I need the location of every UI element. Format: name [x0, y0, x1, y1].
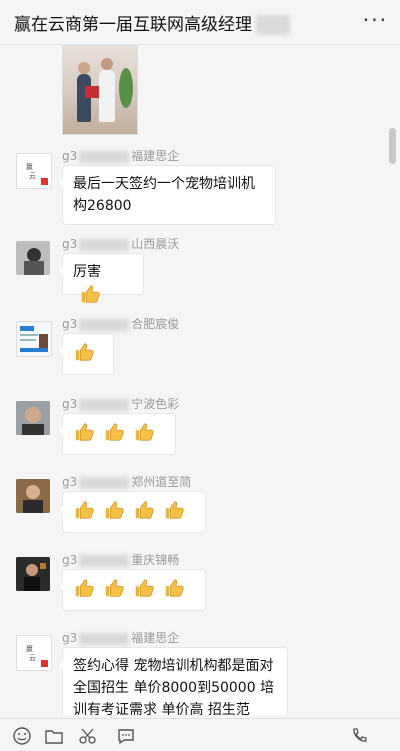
chat-header: 赢在云商第一届互联网高级经理 ··· — [0, 0, 400, 45]
thumbs-up-icon — [135, 423, 154, 441]
svg-text:赢: 赢 — [26, 644, 33, 653]
person-avatar[interactable] — [16, 241, 50, 275]
sender-name: g3 重庆锦畅 — [62, 553, 180, 567]
message-bubble[interactable]: 最后一天签约一个宠物培训机构26800 — [57, 165, 276, 225]
chat-bubble-icon[interactable] — [116, 726, 136, 746]
logo-avatar[interactable]: 赢云 — [16, 635, 52, 671]
thumbs-up-icon — [105, 423, 124, 441]
person-avatar[interactable] — [16, 557, 50, 591]
card-avatar[interactable] — [16, 321, 52, 357]
thumbs-up-icon — [75, 501, 94, 519]
thumbs-up-icon — [165, 579, 184, 597]
message-bubble[interactable]: 签约心得 宠物培训机构都是面对全国招生 单价8000到50000 培训有考证需求… — [57, 647, 288, 715]
sender-name: g3 合肥宸俊 — [62, 317, 180, 331]
thumbs-up-icon — [105, 501, 124, 519]
thumbs-up-icon — [105, 579, 124, 597]
folder-icon[interactable] — [44, 726, 64, 746]
thumbs-up-icon — [165, 501, 184, 519]
svg-text:云: 云 — [29, 172, 36, 180]
logo-avatar[interactable]: 赢云 — [16, 153, 52, 189]
message-bubble[interactable] — [57, 491, 206, 533]
sender-name: g3 福建思企 — [62, 149, 180, 163]
title-redaction — [256, 15, 290, 35]
scrollbar[interactable] — [389, 128, 396, 164]
thumbs-up-icon — [81, 285, 100, 303]
phone-icon[interactable] — [350, 726, 370, 746]
person-avatar[interactable] — [16, 401, 50, 435]
sender-name: g3 郑州道至简 — [62, 475, 192, 489]
chat-title: 赢在云商第一届互联网高级经理 — [14, 10, 290, 35]
svg-text:云: 云 — [29, 654, 36, 662]
shared-photo[interactable] — [62, 45, 138, 135]
scissors-icon[interactable] — [78, 726, 98, 746]
thumbs-up-icon — [135, 579, 154, 597]
person-avatar[interactable] — [16, 479, 50, 513]
chat-title-text: 赢在云商第一届互联网高级经理 — [14, 15, 252, 35]
message-bubble[interactable] — [57, 569, 206, 611]
more-icon[interactable]: ··· — [363, 8, 388, 32]
thumbs-up-icon — [135, 501, 154, 519]
thumbs-up-icon — [75, 579, 94, 597]
message-bubble[interactable] — [57, 413, 176, 455]
thumbs-up-icon — [75, 343, 94, 361]
input-toolbar — [0, 718, 400, 751]
chat-message-area[interactable]: 赢云 g3 福建思企 最后一天签约一个宠物培训机构26800 g3 山西晨沃 厉害 … — [0, 45, 400, 715]
message-bubble[interactable]: 厉害 — [57, 253, 144, 303]
sender-name: g3 福建思企 — [62, 631, 180, 645]
sender-name: g3 山西晨沃 — [62, 237, 180, 251]
message-text: 厉害 — [73, 264, 101, 280]
svg-text:赢: 赢 — [26, 162, 33, 171]
sender-name: g3 宁波色彩 — [62, 397, 180, 411]
message-bubble[interactable] — [57, 333, 114, 375]
thumbs-up-icon — [75, 423, 94, 441]
emoji-icon[interactable] — [12, 726, 32, 746]
